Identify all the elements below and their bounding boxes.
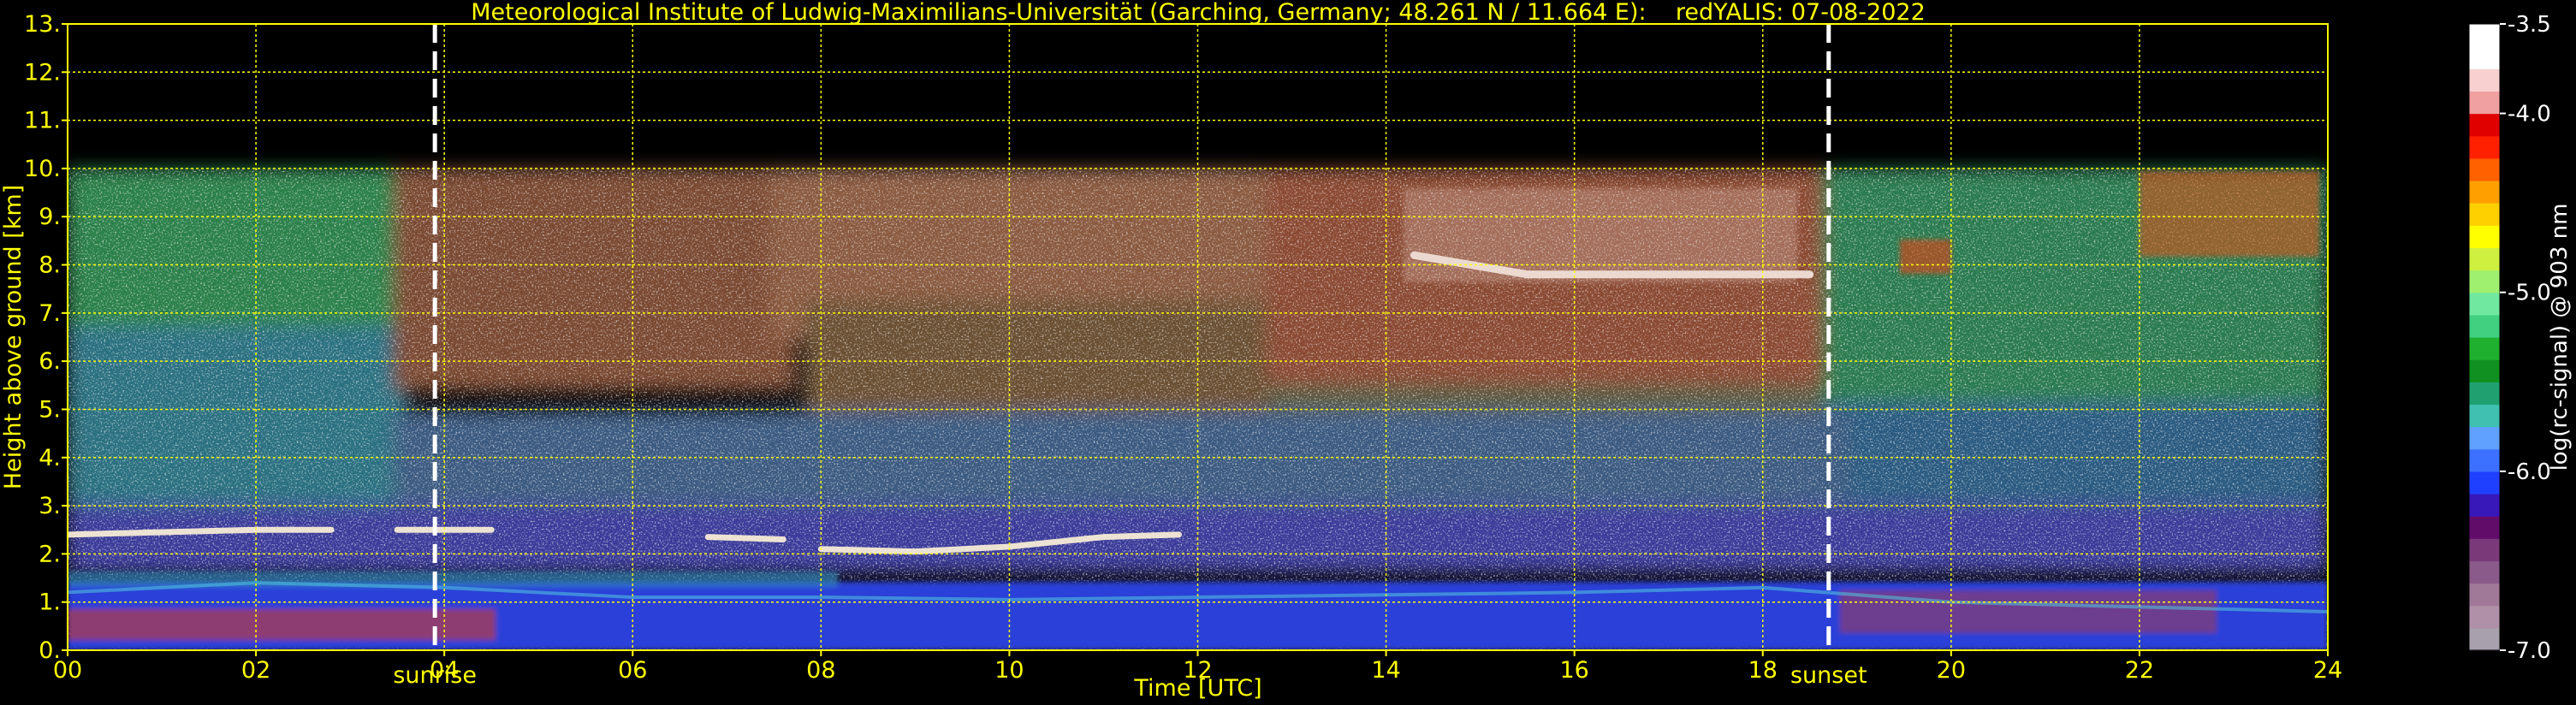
colorbar-segment bbox=[2469, 157, 2500, 181]
colorbar-label: log(rc-signal) @ 903 nm bbox=[2547, 204, 2573, 471]
x-tick-label: 22 bbox=[2125, 657, 2154, 684]
y-tick-label: 0. bbox=[39, 637, 61, 664]
y-axis-label: Height above ground [km] bbox=[0, 185, 27, 489]
y-tick-label: 12. bbox=[24, 59, 61, 86]
y-tick-label: 6. bbox=[39, 348, 61, 375]
x-tick-label: 16 bbox=[1559, 657, 1588, 684]
colorbar-gradient bbox=[2469, 24, 2500, 651]
colorbar-segment bbox=[2469, 46, 2500, 69]
lidar-figure: Meteorological Institute of Ludwig-Maxim… bbox=[0, 0, 2573, 702]
colorbar-segment bbox=[2469, 538, 2500, 562]
colorbar-segment bbox=[2469, 24, 2500, 47]
colorbar-segment bbox=[2469, 68, 2500, 92]
colorbar-segment bbox=[2469, 91, 2500, 115]
colorbar-segment bbox=[2469, 225, 2500, 249]
colorbar-segment bbox=[2469, 337, 2500, 360]
colorbar-segment bbox=[2469, 359, 2500, 382]
y-tick-label: 7. bbox=[39, 300, 61, 327]
colorbar-segment bbox=[2469, 494, 2500, 517]
colorbar-tick-label: -3.5 bbox=[2508, 12, 2551, 38]
y-tick-label: 10. bbox=[24, 156, 61, 182]
y-tick-label: 9. bbox=[39, 204, 61, 230]
colorbar-segment bbox=[2469, 471, 2500, 495]
event-labels: sunrise sunset bbox=[393, 662, 1867, 689]
colorbar-segment bbox=[2469, 560, 2500, 584]
x-tick-label: 08 bbox=[806, 657, 835, 684]
y-tick-label: 11. bbox=[24, 108, 61, 134]
colorbar-segment bbox=[2469, 516, 2500, 539]
plot-area bbox=[68, 24, 2328, 650]
y-tick-label: 8. bbox=[39, 252, 61, 279]
colorbar-segment bbox=[2469, 426, 2500, 450]
y-tick-label: 1. bbox=[39, 589, 61, 616]
x-tick-label: 24 bbox=[2313, 657, 2342, 684]
y-ticks: 0. 1. 2. 3. 4. 5. 6. 7. 8. 9. 10. 11. 12. 13. bbox=[24, 11, 68, 664]
event-label-sunset: sunset bbox=[1790, 662, 1867, 689]
colorbar-segment bbox=[2469, 583, 2500, 607]
x-axis-label: Time [UTC] bbox=[1133, 675, 1261, 702]
y-tick-label: 3. bbox=[39, 493, 61, 519]
colorbar-segment bbox=[2469, 314, 2500, 338]
colorbar-tick-label: -5.0 bbox=[2508, 281, 2551, 306]
colorbar: -3.5 -4.0 -5.0 -6.0 -7.0 log(rc-signal) @ 90… bbox=[2468, 12, 2573, 664]
colorbar-segment bbox=[2469, 181, 2500, 204]
colorbar-segment bbox=[2469, 605, 2500, 629]
colorbar-segment bbox=[2469, 135, 2500, 159]
y-tick-label: 4. bbox=[39, 445, 61, 471]
x-tick-label: 18 bbox=[1748, 657, 1778, 684]
y-tick-label: 5. bbox=[39, 396, 61, 423]
colorbar-segment bbox=[2469, 627, 2500, 651]
chart-title: Meteorological Institute of Ludwig-Maxim… bbox=[471, 0, 1926, 26]
colorbar-segment bbox=[2469, 247, 2500, 271]
y-tick-label: 13. bbox=[24, 11, 61, 38]
event-label-sunrise: sunrise bbox=[393, 662, 477, 689]
colorbar-tick-label: -6.0 bbox=[2508, 459, 2551, 485]
colorbar-tick-label: -7.0 bbox=[2508, 638, 2551, 664]
colorbar-ticks: -3.5 -4.0 -5.0 -6.0 -7.0 bbox=[2500, 12, 2551, 664]
feature-cloud-layer bbox=[704, 534, 786, 542]
y-tick-label: 2. bbox=[39, 541, 61, 567]
colorbar-tick-label: -4.0 bbox=[2508, 102, 2551, 127]
colorbar-segment bbox=[2469, 113, 2500, 137]
x-tick-label: 06 bbox=[618, 657, 647, 684]
colorbar-segment bbox=[2469, 382, 2500, 406]
x-tick-label: 20 bbox=[1937, 657, 1966, 684]
colorbar-segment bbox=[2469, 270, 2500, 293]
x-tick-label: 02 bbox=[241, 657, 270, 684]
x-tick-label: 10 bbox=[994, 657, 1024, 684]
colorbar-segment bbox=[2469, 448, 2500, 472]
colorbar-segment bbox=[2469, 203, 2500, 226]
x-tick-label: 14 bbox=[1371, 657, 1400, 684]
colorbar-segment bbox=[2469, 404, 2500, 428]
colorbar-segment bbox=[2469, 292, 2500, 316]
